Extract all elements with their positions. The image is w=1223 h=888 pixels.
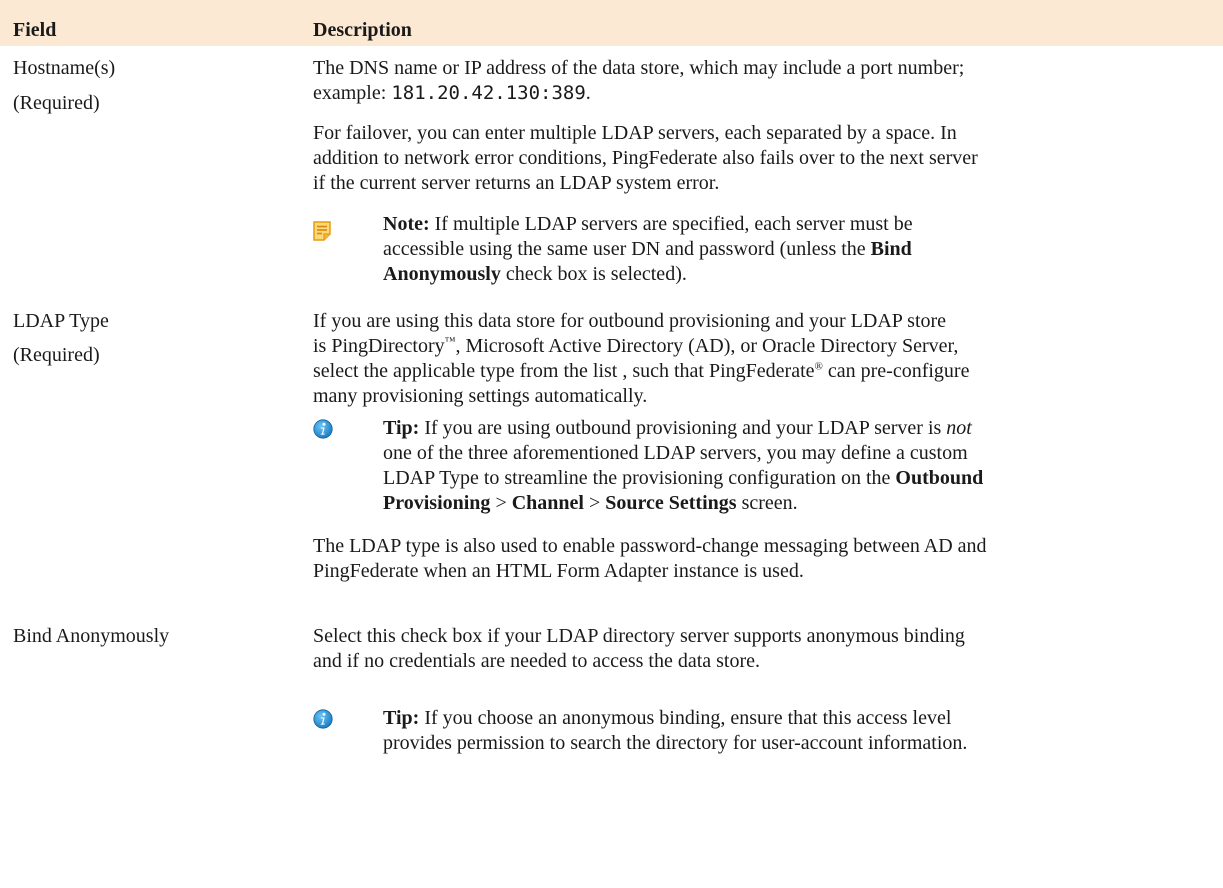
field-name-bind-anonymously: Bind Anonymously [13,625,170,647]
note-text: Note: If multiple LDAP servers are speci… [383,213,913,285]
field-required-ldap-type: (Required) [13,344,100,366]
tip-callout-ldap-type: Tip: If you are using outbound provision… [313,416,1213,521]
ldap-type-description-2: The LDAP type is also used to enable pas… [313,535,987,582]
info-icon [313,419,333,444]
field-required-hostnames: (Required) [13,92,100,114]
hostnames-description-2: For failover, you can enter multiple LDA… [313,122,978,194]
ldap-type-description-1: If you are using this data store for out… [313,310,970,407]
bind-anonymously-description: Select this check box if your LDAP direc… [313,625,965,672]
tip-callout-bind-anonymously: Tip: If you choose an anonymous binding,… [313,706,1213,761]
note-callout: Note: If multiple LDAP servers are speci… [313,212,1213,292]
tip-text-ldap-type: Tip: If you are using outbound provision… [383,417,984,514]
example-address: 181.20.42.130:389 [391,82,586,104]
column-header-description: Description [313,19,412,41]
note-icon [313,221,331,246]
info-icon [313,709,333,734]
field-name-ldap-type: LDAP Type [13,310,109,332]
column-header-field: Field [13,19,57,41]
field-name-hostnames: Hostname(s) [13,57,116,79]
tip-text-bind-anonymously: Tip: If you choose an anonymous binding,… [383,707,968,754]
hostnames-description-1: The DNS name or IP address of the data s… [313,57,965,104]
table-header: Field Description [0,0,1223,46]
